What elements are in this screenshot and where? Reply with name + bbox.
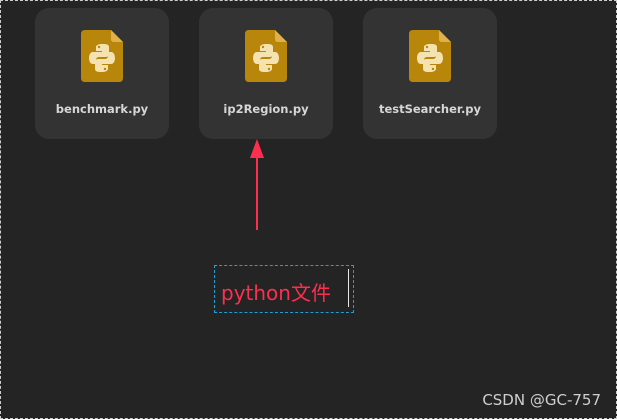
watermark: CSDN @GC-757 bbox=[482, 391, 601, 409]
text-cursor bbox=[348, 269, 349, 307]
annotation-arrow bbox=[250, 139, 264, 230]
arrow-head bbox=[250, 139, 264, 158]
annotation-text-box[interactable]: python文件 bbox=[214, 265, 354, 313]
annotation-text: python文件 bbox=[221, 281, 331, 305]
